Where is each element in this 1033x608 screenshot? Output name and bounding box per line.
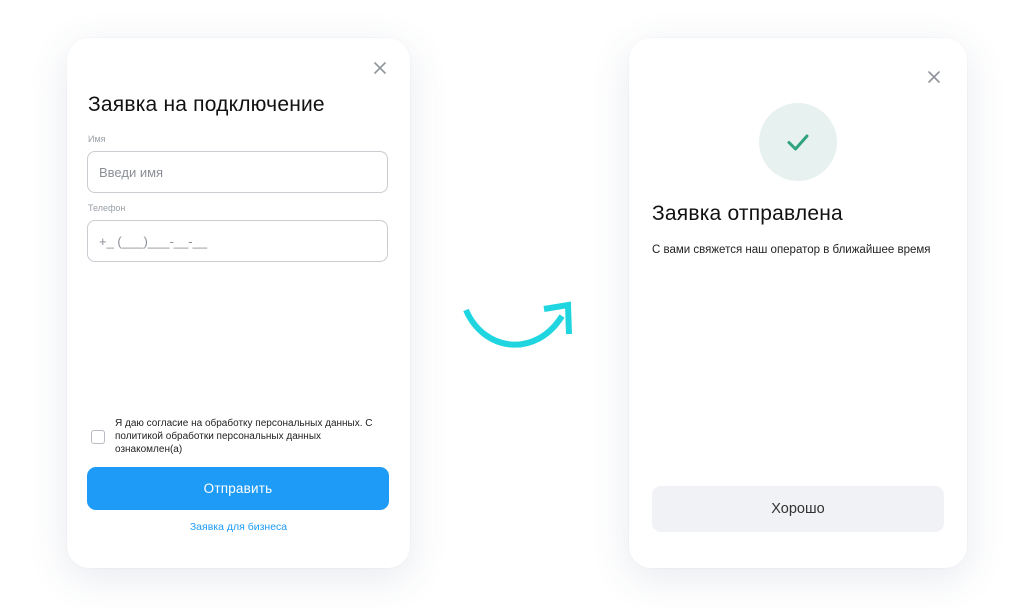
ok-button[interactable]: Хорошо <box>652 486 944 532</box>
consent-text: Я даю согласие на обработку персональных… <box>115 418 373 455</box>
business-application-link[interactable]: Заявка для бизнеса <box>67 521 410 533</box>
success-title: Заявка отправлена <box>652 202 843 225</box>
phone-field-label: Телефон <box>88 203 126 213</box>
close-icon[interactable] <box>370 58 390 78</box>
curved-arrow-icon <box>463 301 572 348</box>
name-field-label: Имя <box>88 134 106 144</box>
success-modal: Заявка отправлена С вами свяжется наш оп… <box>629 38 967 568</box>
form-title: Заявка на подключение <box>88 93 325 116</box>
checkmark-icon <box>787 134 809 151</box>
success-description: С вами свяжется наш оператор в ближайшее… <box>652 244 931 256</box>
submit-button[interactable]: Отправить <box>87 467 389 510</box>
name-input[interactable] <box>87 151 388 193</box>
application-form-modal: Заявка на подключение Имя Телефон Я даю … <box>67 38 410 568</box>
success-badge <box>759 103 837 181</box>
close-icon[interactable] <box>924 67 944 87</box>
consent-checkbox[interactable] <box>91 430 105 444</box>
phone-input[interactable] <box>87 220 388 262</box>
